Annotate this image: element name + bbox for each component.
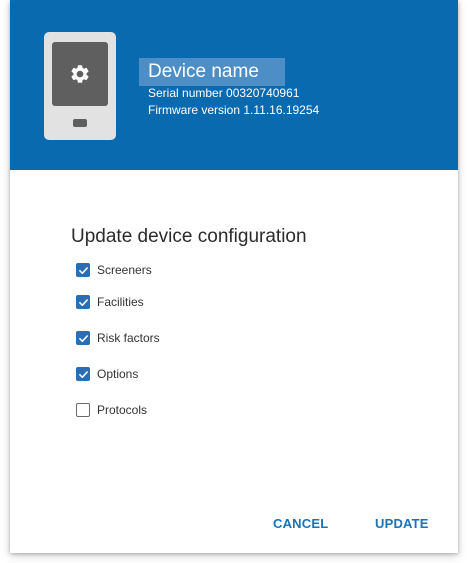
option-protocols[interactable]: Protocols — [76, 402, 147, 418]
option-screeners[interactable]: Screeners — [76, 262, 152, 278]
dialog-header: Device name Serial number 00320740961 Fi… — [10, 0, 458, 170]
update-button[interactable]: UPDATE — [375, 516, 429, 531]
device-icon — [44, 32, 116, 140]
check-icon — [78, 298, 88, 306]
checkbox-risk-factors[interactable] — [76, 331, 90, 345]
cancel-button[interactable]: CANCEL — [273, 516, 328, 531]
checkbox-options[interactable] — [76, 367, 90, 381]
check-icon — [78, 370, 88, 378]
dialog-title: Update device configuration — [71, 226, 307, 247]
device-name-field[interactable]: Device name — [139, 58, 285, 86]
check-icon — [78, 334, 88, 342]
check-icon — [78, 266, 88, 274]
option-label: Facilities — [97, 295, 144, 309]
option-risk-factors[interactable]: Risk factors — [76, 330, 160, 346]
gear-icon — [71, 65, 89, 83]
option-label: Screeners — [97, 263, 152, 277]
option-facilities[interactable]: Facilities — [76, 294, 144, 310]
firmware-version: Firmware version 1.11.16.19254 — [148, 103, 320, 117]
update-config-dialog: Device name Serial number 00320740961 Fi… — [10, 0, 458, 553]
option-label: Options — [97, 367, 139, 381]
option-label: Risk factors — [97, 331, 160, 345]
checkbox-screeners[interactable] — [76, 263, 90, 277]
option-options[interactable]: Options — [76, 366, 138, 382]
checkbox-protocols[interactable] — [76, 403, 90, 417]
checkbox-facilities[interactable] — [76, 295, 90, 309]
device-home-button — [73, 119, 87, 127]
option-label: Protocols — [97, 403, 148, 417]
serial-number: Serial number 00320740961 — [148, 86, 300, 100]
device-screen — [52, 42, 108, 106]
